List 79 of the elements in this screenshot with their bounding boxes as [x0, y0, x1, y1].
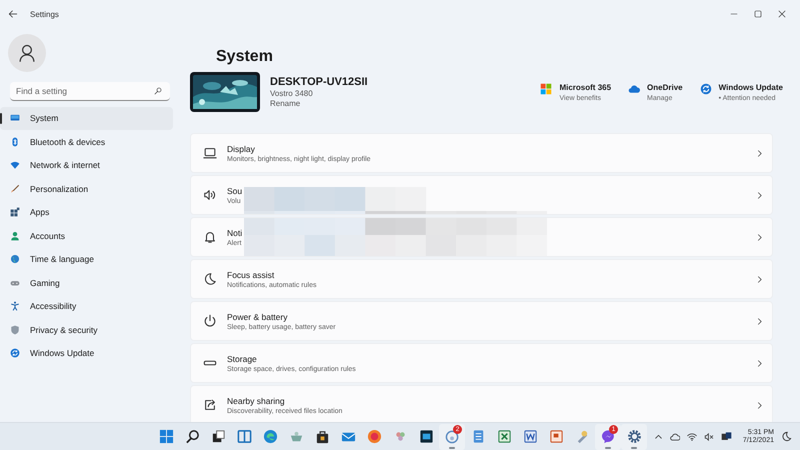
chat-bubble-icon [444, 429, 460, 444]
dark-square-icon [418, 429, 434, 444]
chevron-right-icon [755, 274, 764, 284]
refresh-icon[interactable] [700, 82, 712, 94]
chevron-up-icon[interactable] [654, 432, 663, 441]
person-icon [10, 230, 20, 241]
sidebar-item[interactable]: Privacy & security [0, 318, 173, 341]
apps-grid-icon [10, 207, 20, 218]
sidebar-item[interactable]: Gaming [0, 272, 173, 294]
chevron-right-icon [755, 400, 764, 410]
sidebar-item[interactable]: Network & internet [0, 154, 173, 176]
moon-icon[interactable] [781, 431, 792, 442]
chevron-right-icon [755, 358, 764, 368]
bluetooth-icon [10, 136, 20, 147]
sidebar-item[interactable]: Accessibility [0, 295, 173, 318]
moon-icon [203, 272, 217, 286]
taskbar-app[interactable] [621, 424, 647, 450]
device-model: Vostro 3480 [270, 89, 314, 98]
brush-icon [10, 184, 20, 194]
setting-title: Power & battery [227, 312, 288, 322]
search-icon [154, 87, 162, 95]
power-icon [203, 314, 217, 328]
shield-icon [10, 324, 20, 335]
document-icon [522, 429, 538, 444]
message-bubble-icon [600, 429, 616, 444]
share-icon [203, 398, 217, 412]
search-icon [184, 429, 200, 444]
maximize-icon[interactable] [754, 10, 762, 18]
search-field[interactable]: Find a setting [10, 82, 170, 101]
browser-swirl-icon [262, 429, 278, 444]
bell-icon [203, 230, 217, 244]
four-squares-icon[interactable] [540, 82, 552, 94]
cloud-icon[interactable] [670, 432, 680, 442]
shopping-bag-icon [314, 429, 330, 444]
settings-icon [626, 429, 642, 444]
user-avatar [8, 34, 46, 72]
sidebar-item[interactable]: Personalization [0, 178, 173, 200]
chevron-right-icon [755, 316, 764, 326]
fox-globe-icon [366, 429, 382, 444]
close-icon[interactable] [778, 10, 786, 18]
device-name: DESKTOP-UV12SII [270, 76, 368, 88]
setting-title: Sou [227, 186, 244, 196]
task-view-icon [210, 429, 226, 444]
page-title: System [216, 47, 274, 67]
spreadsheet-icon [496, 429, 512, 444]
speaker-icon [203, 188, 217, 202]
chevron-right-icon [755, 148, 764, 158]
setting-title: Display [227, 144, 256, 154]
sidebar-item[interactable]: Apps [0, 201, 173, 224]
accessibility-person-icon [10, 301, 20, 312]
speaker-muted-icon[interactable] [704, 432, 714, 442]
setting-title: Storage [227, 354, 258, 364]
sidebar-item[interactable]: System [0, 107, 173, 130]
widgets-icon [236, 429, 252, 444]
monitor-icon [10, 113, 20, 124]
wifi-icon[interactable] [686, 432, 697, 442]
rename-link[interactable]: Rename [270, 99, 368, 108]
app-tray-icon[interactable] [720, 431, 732, 442]
link-title[interactable]: OneDrive [647, 82, 683, 92]
laptop-icon [203, 146, 217, 160]
setting-title: Nearby sharing [227, 396, 286, 406]
sidebar-item[interactable]: Windows Update [0, 342, 173, 364]
sidebar-item[interactable]: Accounts [0, 224, 173, 247]
globe-icon [10, 254, 20, 264]
wifi-icon [10, 160, 20, 170]
link-title[interactable]: Windows Update [718, 82, 783, 92]
window-title: Settings [30, 10, 59, 18]
chevron-right-icon [755, 232, 764, 242]
link-title[interactable]: Microsoft 365 [559, 82, 612, 92]
chevron-right-icon [755, 190, 764, 200]
slides-icon [548, 429, 564, 444]
setting-title: Focus assist [227, 270, 276, 280]
back-icon[interactable] [8, 9, 18, 19]
basket-icon [288, 429, 304, 444]
setting-title: Noti [227, 228, 244, 238]
start-icon [158, 429, 174, 444]
sidebar-item[interactable]: Bluetooth & devices [0, 130, 173, 153]
refresh-icon [10, 348, 20, 358]
sidebar-item[interactable]: Time & language [0, 248, 173, 270]
